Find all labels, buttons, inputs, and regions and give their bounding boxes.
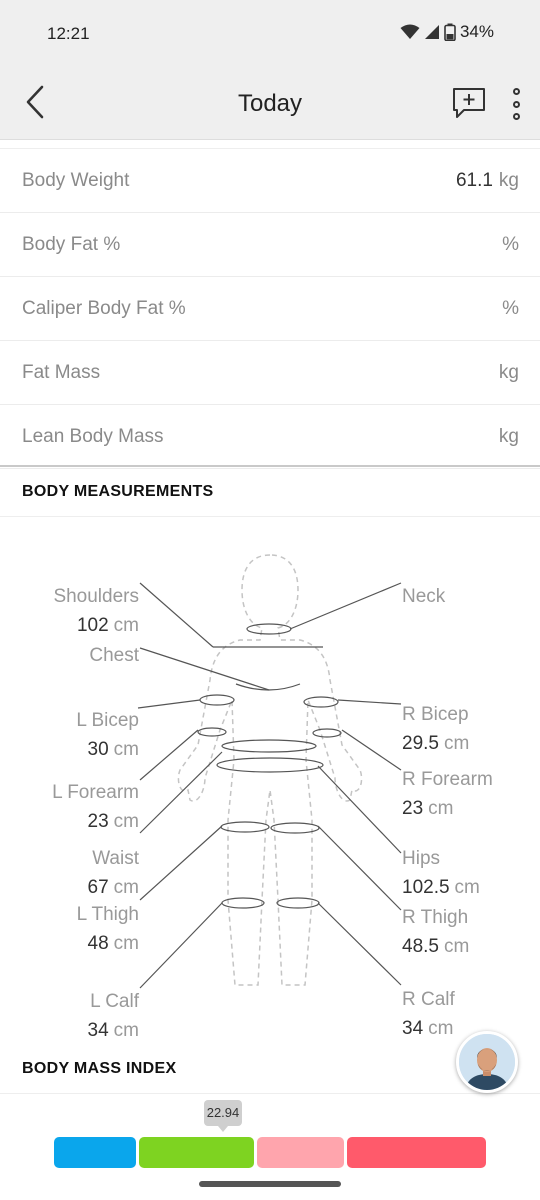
- section-divider: [0, 465, 540, 467]
- more-vertical-icon: [512, 88, 520, 95]
- r-calf-value[interactable]: 34 cm: [402, 1018, 453, 1040]
- r-calf-label: R Calf: [402, 989, 455, 1010]
- stat-unit: kg: [498, 361, 519, 383]
- stat-unit: %: [502, 297, 519, 319]
- divider: [0, 1093, 540, 1094]
- app-bar: Today: [0, 66, 540, 140]
- l-calf-value[interactable]: 34 cm: [88, 1020, 139, 1042]
- bmi-header: BODY MASS INDEX: [22, 1060, 177, 1077]
- stat-row-fat-mass[interactable]: Fat Mass kg: [0, 341, 540, 405]
- stat-label: Body Fat %: [22, 233, 121, 255]
- l-thigh-label: L Thigh: [76, 904, 139, 925]
- stat-unit: kg: [498, 425, 519, 447]
- r-bicep-label: R Bicep: [402, 704, 469, 725]
- shoulders-label: Shoulders: [53, 586, 139, 607]
- measurement-lines: [137, 582, 402, 989]
- l-bicep-value[interactable]: 30 cm: [88, 739, 139, 761]
- l-forearm-value[interactable]: 23 cm: [88, 811, 139, 833]
- stat-label: Body Weight: [22, 169, 130, 191]
- stat-label: Fat Mass: [22, 361, 101, 383]
- waist-label: Waist: [92, 848, 139, 869]
- l-calf-label: L Calf: [90, 991, 139, 1012]
- shoulders-value[interactable]: 102 cm: [77, 615, 139, 637]
- neck-label: Neck: [402, 586, 446, 607]
- stat-row-lean-body-mass[interactable]: Lean Body Mass kg: [0, 405, 540, 469]
- body-measurements-header: BODY MEASUREMENTS: [22, 483, 214, 500]
- bmi-segment-obese: [347, 1137, 486, 1168]
- chest-label: Chest: [89, 645, 139, 666]
- add-comment-button[interactable]: [450, 86, 488, 122]
- r-thigh-label: R Thigh: [402, 907, 469, 928]
- stat-value: 61.1: [455, 169, 493, 191]
- bmi-segment-normal: [139, 1137, 254, 1168]
- signal-icon: [424, 25, 439, 39]
- battery-icon: [444, 23, 456, 41]
- coach-avatar[interactable]: [456, 1031, 518, 1093]
- r-forearm-label: R Forearm: [402, 769, 493, 790]
- stat-row-caliper-body-fat[interactable]: Caliper Body Fat % %: [0, 277, 540, 341]
- stat-row-body-fat[interactable]: Body Fat % %: [0, 213, 540, 277]
- hips-label: Hips: [402, 848, 441, 869]
- stats-list: Body Weight 61.1 kg Body Fat % % Caliper …: [0, 148, 540, 469]
- stat-row-body-weight[interactable]: Body Weight 61.1 kg: [0, 149, 540, 213]
- more-button[interactable]: [504, 84, 528, 124]
- stat-unit: %: [502, 233, 519, 255]
- wifi-icon: [400, 24, 420, 39]
- waist-value[interactable]: 67 cm: [88, 877, 139, 899]
- stat-label: Caliper Body Fat %: [22, 297, 186, 319]
- r-thigh-value[interactable]: 48.5 cm: [402, 936, 469, 958]
- l-bicep-label: L Bicep: [76, 710, 139, 731]
- status-bar: 12:21 34%: [0, 0, 540, 66]
- status-icons: 34%: [400, 22, 494, 42]
- hips-value[interactable]: 102.5 cm: [402, 877, 480, 899]
- avatar-image: [459, 1034, 515, 1090]
- stat-unit: kg: [498, 169, 519, 191]
- l-forearm-label: L Forearm: [52, 782, 139, 803]
- bmi-value-tooltip: 22.94: [204, 1100, 242, 1132]
- stat-label: Lean Body Mass: [22, 425, 164, 447]
- l-thigh-value[interactable]: 48 cm: [88, 933, 139, 955]
- home-indicator[interactable]: [199, 1181, 341, 1187]
- bmi-segment-overweight: [257, 1137, 344, 1168]
- battery-percent: 34%: [459, 22, 494, 41]
- r-forearm-value[interactable]: 23 cm: [402, 798, 453, 820]
- add-comment-icon: [453, 88, 485, 118]
- bmi-segment-underweight: [54, 1137, 136, 1168]
- status-time: 12:21: [47, 24, 90, 43]
- divider: [0, 516, 540, 517]
- r-bicep-value[interactable]: 29.5 cm: [402, 733, 469, 755]
